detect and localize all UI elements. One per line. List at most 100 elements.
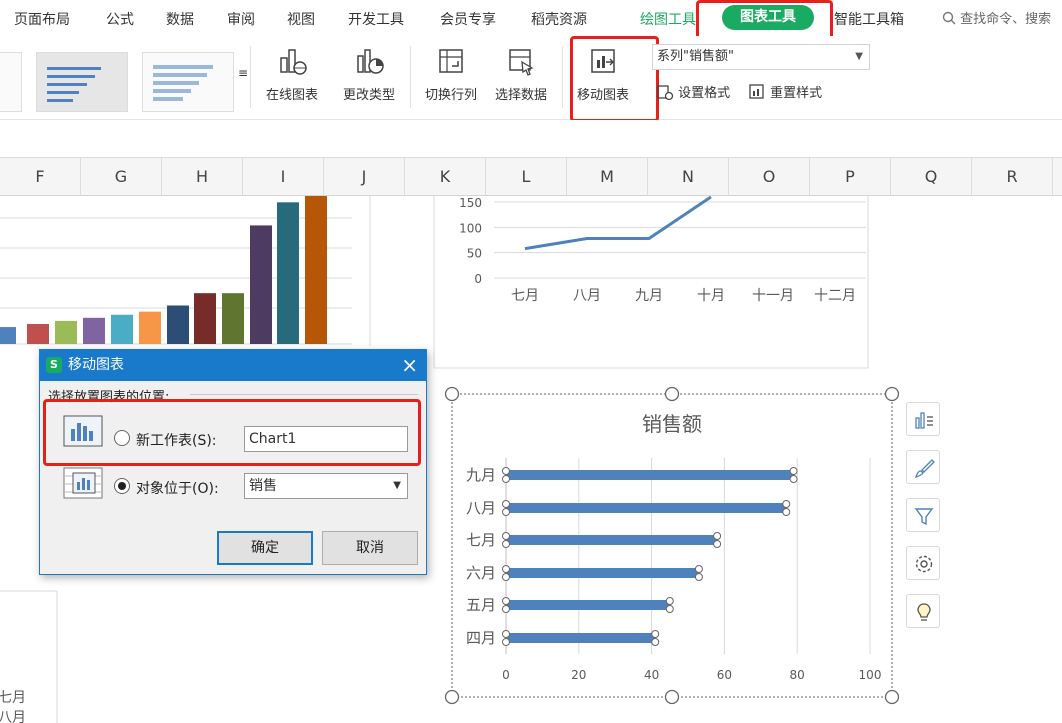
bar-chart-xtick: 40 [644,668,659,682]
bar-chart-title: 销售额 [642,412,702,436]
series-selector[interactable]: 系列"销售额" ▼ [652,44,870,70]
menu-developer[interactable]: 开发工具 [348,9,404,29]
menu-drawing-tools[interactable]: 绘图工具 [640,9,696,29]
bar-selection-handle [789,467,798,475]
menu-view[interactable]: 视图 [287,9,315,29]
bar-chart-bar [506,535,718,545]
online-chart-label: 在线图表 [265,88,318,103]
chart-style-thumb-2[interactable] [36,52,128,112]
bar-chart-bar [506,568,699,578]
chart-filter-button[interactable] [906,498,940,532]
column-header-l[interactable]: L [486,158,567,196]
move-chart-button[interactable]: 移动图表 [568,44,638,106]
chart-settings-button[interactable] [906,546,940,580]
move-chart-label: 移动图表 [576,88,629,103]
object-in-select[interactable]: 销售 ▼ [244,473,408,499]
bar-chart-xtick: 60 [717,668,732,682]
chart-elements-icon [915,412,933,429]
column-header-q[interactable]: Q [891,158,972,196]
column-header-j[interactable]: J [324,158,405,196]
column-header-o[interactable]: O [729,158,810,196]
left-chart-bar [27,323,49,344]
column-header-n[interactable]: N [648,158,729,196]
bar-selection-handle [651,638,660,646]
left-chart-bar [139,311,161,344]
embedded-object-icon [63,467,103,499]
tab-chart-tools[interactable]: 图表工具 [722,5,814,30]
filter-icon [914,508,934,526]
line-chart-xtick: 八月 [573,288,601,304]
more-styles-icon[interactable]: ≡ [238,66,248,80]
bar-selection-handle [502,540,510,548]
chart-elements-button[interactable] [906,402,940,436]
bar-selection-handle [502,532,510,540]
column-header-r[interactable]: R [972,158,1053,196]
online-chart-button[interactable]: 在线图表 [257,44,327,106]
placement-group-label: 选择放置图表的位置: [48,390,170,405]
column-header-m[interactable]: M [567,158,648,196]
chevron-down-icon: ▼ [393,480,401,491]
chart-style-thumb-1[interactable] [0,52,22,112]
bar-selection-handle [502,638,510,646]
new-sheet-radio[interactable] [114,430,130,446]
column-header-p[interactable]: P [810,158,891,196]
menu-formula[interactable]: 公式 [106,9,134,29]
bar-selection-handle [782,500,791,508]
line-chart-frame [433,193,869,369]
series-selector-value: 系列"销售额" [657,49,734,64]
column-header-i[interactable]: I [243,158,324,196]
menu-page-layout[interactable]: 页面布局 [14,9,70,29]
line-chart-xtick: 十月 [697,288,725,304]
bar-chart-bar [506,470,794,480]
bar-selection-handle [694,573,703,581]
left-chart-bar [222,293,244,344]
change-type-button[interactable]: 更改类型 [334,44,404,106]
chart-resize-handle [664,689,680,705]
cropped-label-august: 八月 [0,710,26,723]
line-chart-xtick: 九月 [635,288,663,304]
bar-chart-frame [451,393,893,698]
dialog-title-bar[interactable]: S 移动图表 × [40,350,426,381]
line-chart-xtick: 七月 [511,288,539,304]
object-in-radio[interactable] [114,478,130,494]
smart-suggest-button[interactable] [906,594,940,628]
search-command[interactable]: 查找命令、搜索 [942,8,1051,27]
brush-icon [914,459,935,479]
close-icon[interactable]: × [401,350,418,381]
column-header-f[interactable]: F [0,158,81,196]
bar-chart-xtick: 0 [502,668,510,682]
menu-review[interactable]: 审阅 [227,9,255,29]
left-chart-bar [0,327,16,344]
bar-style-preview [47,67,101,102]
line-chart-ytick: 0 [474,272,482,286]
chart-resize-handle [444,386,460,402]
set-format-button[interactable]: 设置格式 [656,82,730,101]
new-sheet-name-input[interactable]: Chart1 [244,426,408,452]
column-header-k[interactable]: K [405,158,486,196]
select-data-button[interactable]: 选择数据 [486,44,556,106]
bar-selection-handle [651,630,660,638]
ok-button[interactable]: 确定 [217,531,313,565]
wps-s-logo-icon: S [46,357,62,373]
cancel-button[interactable]: 取消 [322,531,418,565]
chart-style-brush-button[interactable] [906,450,940,484]
menu-member[interactable]: 会员专享 [440,9,496,29]
menu-data[interactable]: 数据 [166,9,194,29]
reset-style-button[interactable]: 重置样式 [748,82,822,101]
chart-style-thumb-3[interactable] [142,52,234,112]
menu-smart-tools[interactable]: 智能工具箱 [834,9,904,29]
column-header-g[interactable]: G [81,158,162,196]
move-chart-icon [591,49,615,73]
bar-selection-handle [782,508,791,516]
column-header-h[interactable]: H [162,158,243,196]
change-type-icon [357,49,384,74]
menu-bar: 页面布局 公式 数据 审阅 视图 开发工具 会员专享 稻壳资源 绘图工具 图表工… [0,0,1062,40]
line-chart-ytick: 100 [459,221,482,235]
bar-selection-handle [502,565,510,573]
switch-row-col-button[interactable]: 切换行列 [416,44,486,106]
chart-resize-handle [884,386,900,402]
ribbon-separator [562,46,563,108]
left-chart-bar [111,314,133,344]
bar-selection-handle [502,467,510,475]
menu-docer[interactable]: 稻壳资源 [531,9,587,29]
